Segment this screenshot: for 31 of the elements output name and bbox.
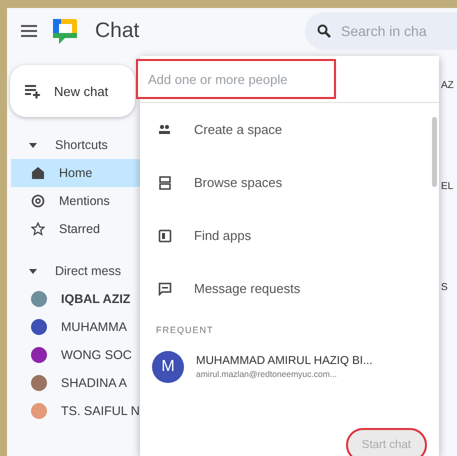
section-heading: Shortcuts	[55, 138, 108, 152]
person-email: amirul.mazlan@redtoneemyuc.com...	[196, 369, 338, 379]
sidebar-item[interactable]: TS. SAIFUL N	[11, 397, 150, 425]
avatar: M	[152, 351, 184, 383]
people-add-icon	[158, 122, 172, 136]
chat-list-text: AZ	[441, 80, 455, 91]
sidebar-item[interactable]: SHADINA A	[11, 369, 150, 397]
app-box-icon	[158, 228, 172, 242]
app-title: Chat	[95, 19, 140, 43]
caret-icon[interactable]	[29, 142, 37, 148]
new-chat-button[interactable]: New chat	[10, 65, 135, 117]
message-icon	[158, 282, 172, 296]
menu-icon[interactable]	[21, 25, 37, 37]
person-name[interactable]: MUHAMMAD AMIRUL HAZIQ BI...	[196, 355, 373, 367]
people-input-field[interactable]: Add one or more people	[136, 59, 336, 99]
scrollbar-thumb[interactable]	[432, 117, 436, 187]
at-sign-icon	[31, 194, 45, 208]
new-chat-icon	[24, 83, 40, 99]
chat-list-text: EL	[441, 181, 454, 192]
star-icon	[31, 222, 45, 236]
sidebar-item[interactable]: WONG SOC	[11, 341, 150, 369]
search-icon	[317, 24, 331, 38]
search-placeholder: Search in cha	[341, 23, 427, 39]
section-heading: FREQUENT	[155, 324, 214, 337]
home-icon	[31, 166, 45, 180]
menu-item[interactable]: Create a space	[140, 103, 429, 156]
grid-icon	[158, 176, 172, 190]
chat-list-text: S	[441, 282, 449, 293]
section-heading: Direct mess	[55, 264, 121, 278]
sidebar-item[interactable]: MUHAMMA	[11, 313, 150, 341]
caret-icon[interactable]	[29, 268, 37, 274]
